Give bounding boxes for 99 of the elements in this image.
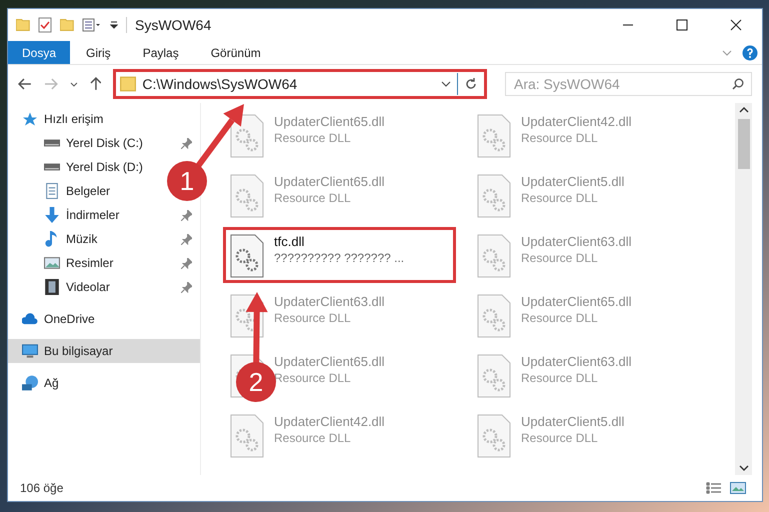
file-name: tfc.dll xyxy=(274,234,306,250)
file-description: Resource DLL xyxy=(521,430,599,446)
gear-file-icon xyxy=(230,414,264,458)
file-name: UpdaterClient65.dll xyxy=(274,354,385,370)
download-arrow-icon xyxy=(44,207,60,223)
help-icon[interactable] xyxy=(742,44,758,60)
ribbon-tab[interactable]: Giriş xyxy=(70,41,127,64)
dropdown-icon[interactable] xyxy=(110,21,118,29)
pin-icon[interactable] xyxy=(181,234,192,244)
sidebar-label: İndirmeler xyxy=(66,207,120,224)
maximize-icon[interactable] xyxy=(676,19,688,31)
file-name: UpdaterClient63.dll xyxy=(521,234,632,250)
search-field[interactable]: Ara: SysWOW64 xyxy=(504,72,752,96)
scroll-thumb[interactable] xyxy=(738,119,750,169)
sidebar-label: OneDrive xyxy=(44,311,95,328)
back-icon[interactable] xyxy=(18,78,32,90)
scroll-down-icon[interactable] xyxy=(738,465,748,471)
window-title: SysWOW64 xyxy=(135,16,212,35)
ribbon-tab[interactable]: Dosya xyxy=(8,41,70,64)
file-name: UpdaterClient65.dll xyxy=(274,114,385,130)
file-name: UpdaterClient65.dll xyxy=(521,294,632,310)
gear-file-icon xyxy=(477,294,511,338)
pin-icon[interactable] xyxy=(181,210,192,220)
chevron-down-icon[interactable] xyxy=(440,81,451,87)
globe-icon xyxy=(22,375,38,391)
sidebar-item[interactable]: Resimler xyxy=(8,251,200,275)
address-path: C:\Windows\SysWOW64 xyxy=(142,74,298,94)
file-description: Resource DLL xyxy=(521,250,599,266)
annotation-arrow xyxy=(246,292,268,364)
checklist-icon[interactable] xyxy=(38,17,52,33)
file-name: UpdaterClient42.dll xyxy=(274,414,385,430)
computer-icon xyxy=(22,343,38,359)
gear-file-icon xyxy=(230,234,264,278)
sidebar-item[interactable]: Belgeler xyxy=(8,179,118,203)
file-name: UpdaterClient5.dll xyxy=(521,174,624,190)
annotation-arrow xyxy=(196,104,244,168)
file-description: Resource DLL xyxy=(521,370,599,386)
sidebar-label: Resimler xyxy=(66,255,114,272)
sidebar-label: Hızlı erişim xyxy=(44,111,104,128)
recent-dropdown-icon[interactable] xyxy=(70,82,78,86)
file-name: UpdaterClient5.dll xyxy=(521,414,624,430)
gear-file-icon xyxy=(477,114,511,158)
refresh-icon[interactable] xyxy=(464,77,478,91)
file-description: Resource DLL xyxy=(521,130,599,146)
search-icon xyxy=(732,78,744,90)
sidebar-label: Müzik xyxy=(66,231,98,248)
details-view-icon[interactable] xyxy=(706,482,722,494)
pin-icon[interactable] xyxy=(181,138,192,148)
sidebar-item[interactable]: Yerel Disk (C:) xyxy=(8,131,200,155)
gear-file-icon xyxy=(230,114,264,158)
sidebar-label: Belgeler xyxy=(66,183,110,200)
file-name: UpdaterClient65.dll xyxy=(274,174,385,190)
sidebar-item[interactable]: Hızlı erişim xyxy=(8,107,112,131)
gear-file-icon xyxy=(477,174,511,218)
file-name: UpdaterClient63.dll xyxy=(274,294,385,310)
sidebar-item[interactable]: Bu bilgisayar xyxy=(8,339,200,363)
ribbon-tab[interactable]: Paylaş xyxy=(126,41,195,64)
file-description: Resource DLL xyxy=(274,190,352,206)
file-name: UpdaterClient42.dll xyxy=(521,114,632,130)
large-icons-view-icon[interactable] xyxy=(730,482,746,494)
picture-icon xyxy=(44,255,60,271)
up-icon[interactable] xyxy=(90,77,102,91)
pin-icon[interactable] xyxy=(181,282,192,292)
close-icon[interactable] xyxy=(730,19,742,31)
sidebar-item[interactable]: Videolar xyxy=(8,275,200,299)
scroll-up-icon[interactable] xyxy=(738,107,748,113)
gear-file-icon xyxy=(477,414,511,458)
gear-file-icon xyxy=(477,354,511,398)
film-icon xyxy=(44,279,60,295)
file-description: Resource DLL xyxy=(274,130,352,146)
sidebar-item[interactable]: Ağ xyxy=(8,371,67,395)
document-icon xyxy=(44,183,60,199)
sidebar-item[interactable]: İndirmeler xyxy=(8,203,200,227)
file-name: UpdaterClient63.dll xyxy=(521,354,632,370)
item-count: 106 öğe xyxy=(20,480,64,497)
ribbon-tab[interactable]: Görünüm xyxy=(194,41,277,64)
gear-file-icon xyxy=(230,174,264,218)
file-description: Resource DLL xyxy=(274,430,352,446)
gear-file-icon xyxy=(477,234,511,278)
scrollbar[interactable] xyxy=(735,103,752,475)
cloud-icon xyxy=(22,311,38,327)
sidebar-label: Ağ xyxy=(44,375,59,392)
file-description: Resource DLL xyxy=(521,190,599,206)
sidebar-label: Yerel Disk (C:) xyxy=(66,135,144,152)
sidebar-item[interactable]: OneDrive xyxy=(8,307,103,331)
file-description: Resource DLL xyxy=(274,310,352,326)
sidebar-item[interactable]: Müzik xyxy=(8,227,200,251)
pin-icon[interactable] xyxy=(181,258,192,268)
sidebar-label: Videolar xyxy=(66,279,111,296)
folder-icon xyxy=(120,76,136,92)
properties-icon[interactable] xyxy=(82,18,102,32)
file-description: ?????????? ??????? ... xyxy=(274,250,404,266)
file-description: Resource DLL xyxy=(274,370,352,386)
address-bar[interactable]: C:\Windows\SysWOW64 xyxy=(113,69,487,99)
sidebar-item[interactable]: Yerel Disk (D:) xyxy=(8,155,151,179)
sidebar-label: Yerel Disk (D:) xyxy=(66,159,143,176)
star-icon xyxy=(22,111,38,127)
sidebar-label: Bu bilgisayar xyxy=(44,343,114,360)
file-description: Resource DLL xyxy=(521,310,599,326)
